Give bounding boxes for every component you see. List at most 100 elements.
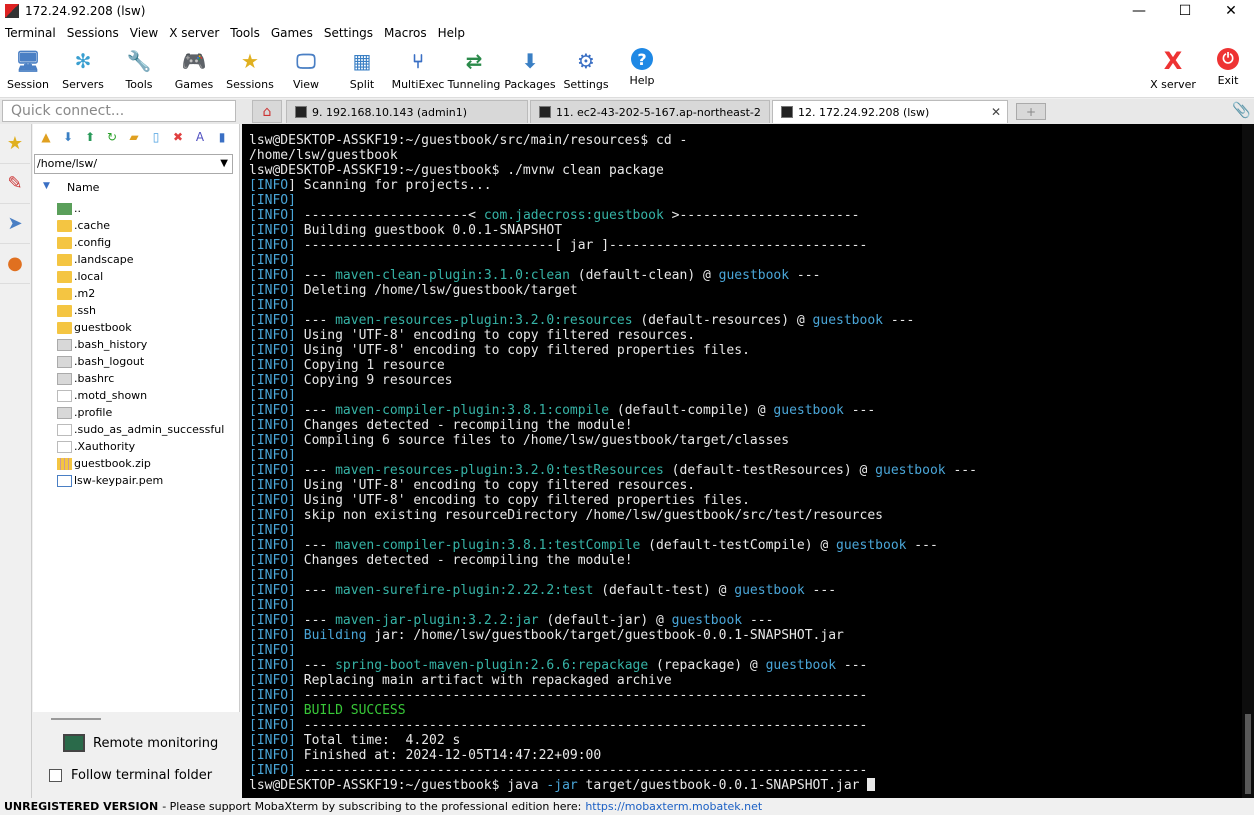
tab-session-9[interactable]: 9. 192.168.10.143 (admin1) <box>286 100 528 123</box>
monitor-icon <box>63 734 85 752</box>
mobaxterm-link[interactable]: https://mobaxterm.mobatek.net <box>585 800 762 813</box>
file-item[interactable]: .. <box>57 200 81 217</box>
split-icon: ▦ <box>352 49 372 73</box>
close-button[interactable]: ✕ <box>1208 0 1254 22</box>
file-item[interactable]: .bashrc <box>57 370 114 387</box>
download-icon[interactable]: ⬇ <box>59 128 77 146</box>
maximize-button[interactable]: ☐ <box>1162 0 1208 22</box>
terminal-text: [INFO] <box>249 268 296 283</box>
file-item[interactable]: .local <box>57 268 103 285</box>
file-item[interactable]: lsw-keypair.pem <box>57 472 163 489</box>
toolbar-multiexec-button[interactable]: ⑂ MultiExec <box>390 43 446 97</box>
new-folder-icon[interactable]: ▰ <box>125 128 143 146</box>
toolbar-label: Servers <box>62 78 104 91</box>
toolbar-servers-button[interactable]: ✻ Servers <box>55 43 111 97</box>
follow-terminal-label: Follow terminal folder <box>71 768 213 783</box>
tab-session-11[interactable]: 11. ec2-43-202-5-167.ap-northeast-2 <box>530 100 770 123</box>
attachment-icon[interactable]: 📎 <box>1232 101 1251 119</box>
toolbar-help-button[interactable]: ? Help <box>614 43 670 97</box>
parent-folder-icon[interactable]: ▲ <box>37 128 55 146</box>
tab-session-12[interactable]: 12. 172.24.92.208 (lsw) ✕ <box>772 100 1008 123</box>
file-item[interactable]: guestbook.zip <box>57 455 151 472</box>
menu-item-settings[interactable]: Settings <box>319 26 379 40</box>
file-item[interactable]: .Xauthority <box>57 438 135 455</box>
menu-item-terminal[interactable]: Terminal <box>0 26 62 40</box>
file-item[interactable]: guestbook <box>57 319 132 336</box>
minimize-button[interactable]: — <box>1116 0 1162 22</box>
file-item[interactable]: .bash_history <box>57 336 147 353</box>
rename-icon[interactable]: A <box>191 128 209 146</box>
terminal-text: [INFO] <box>249 658 296 673</box>
chevron-down-icon[interactable]: ▼ <box>220 155 228 173</box>
terminal-text: [INFO] <box>249 253 296 268</box>
follow-terminal-checkbox[interactable]: Follow terminal folder <box>49 768 212 783</box>
file-icon <box>57 372 72 385</box>
path-field[interactable]: /home/lsw/ ▼ <box>34 154 233 174</box>
menu-item-sessions[interactable]: Sessions <box>62 26 125 40</box>
file-item[interactable]: .motd_shown <box>57 387 147 404</box>
terminal-text: jar: /home/lsw/guestbook/target/guestboo… <box>366 628 844 643</box>
terminal-line: [INFO] --- maven-surefire-plugin:2.22.2:… <box>249 583 977 598</box>
tools-icon[interactable]: ✎ <box>0 164 30 204</box>
remote-monitoring-button[interactable]: Remote monitoring <box>63 734 218 752</box>
delete-icon[interactable]: ✖ <box>169 128 187 146</box>
exit-icon: ⏻ <box>1217 48 1239 70</box>
terminal-text: ---------------------< <box>295 208 484 223</box>
toolbar-settings-button[interactable]: ⚙ Settings <box>558 43 614 97</box>
send-icon[interactable]: ➤ <box>0 204 30 244</box>
column-header[interactable]: ▼ Name <box>33 180 238 196</box>
file-name: .. <box>74 202 81 215</box>
toolbar-games-button[interactable]: 🎮 Games <box>166 43 222 97</box>
scroll-thumb[interactable] <box>1245 714 1251 794</box>
menu-item-macros[interactable]: Macros <box>379 26 433 40</box>
refresh-icon[interactable]: ↻ <box>103 128 121 146</box>
toolbar-view-button[interactable]: 🖵 View <box>278 43 334 97</box>
star-icon[interactable]: ★ <box>0 124 30 164</box>
toolbar-sessions-button[interactable]: ★ Sessions <box>222 43 278 97</box>
file-item[interactable]: .sudo_as_admin_successful <box>57 421 224 438</box>
file-item[interactable]: .m2 <box>57 285 95 302</box>
file-item[interactable]: .profile <box>57 404 112 421</box>
terminal-line: [INFO] --- maven-compiler-plugin:3.8.1:t… <box>249 538 977 553</box>
resize-handle[interactable] <box>51 718 101 720</box>
menu-item-x-server[interactable]: X server <box>164 26 225 40</box>
toolbar-exit-button[interactable]: ⏻ Exit <box>1200 43 1254 97</box>
terminal-text: target/guestbook-0.0.1-SNAPSHOT.jar <box>577 778 868 793</box>
upload-icon[interactable]: ⬆ <box>81 128 99 146</box>
toolbar-packages-button[interactable]: ⬇ Packages <box>502 43 558 97</box>
toolbar-x-server-button[interactable]: X X server <box>1145 43 1201 97</box>
terminal-follow-icon[interactable]: ▮ <box>213 128 231 146</box>
close-tab-icon[interactable]: ✕ <box>991 105 1001 119</box>
quick-connect-input[interactable]: Quick connect... <box>2 100 236 122</box>
home-tab-icon[interactable]: ⌂ <box>252 100 282 123</box>
menu-item-games[interactable]: Games <box>266 26 319 40</box>
toolbar-label: View <box>292 78 320 91</box>
sftp-icon[interactable]: ● <box>0 244 30 284</box>
toolbar-tools-button[interactable]: 🔧 Tools <box>111 43 167 97</box>
terminal-scrollbar[interactable] <box>1242 124 1254 798</box>
toolbar-tunneling-button[interactable]: ⇄ Tunneling <box>446 43 502 97</box>
file-item[interactable]: .config <box>57 234 111 251</box>
terminal-line: [INFO] --- maven-clean-plugin:3.1.0:clea… <box>249 268 977 283</box>
terminal-text: maven-clean-plugin:3.1.0:clean <box>335 268 570 283</box>
file-item[interactable]: .cache <box>57 217 110 234</box>
file-icon <box>57 457 72 470</box>
new-tab-button[interactable]: + <box>1016 103 1046 120</box>
file-name: .config <box>74 236 112 249</box>
terminal-text: [INFO] <box>249 238 296 253</box>
terminal-line: [INFO] --- maven-compiler-plugin:3.8.1:c… <box>249 403 977 418</box>
title-bar: 172.24.92.208 (lsw) — ☐ ✕ <box>0 0 1254 22</box>
menu-item-view[interactable]: View <box>125 26 164 40</box>
terminal[interactable]: lsw@DESKTOP-ASSKF19:~/guestbook/src/main… <box>242 124 1254 798</box>
toolbar-split-button[interactable]: ▦ Split <box>334 43 390 97</box>
file-item[interactable]: .ssh <box>57 302 96 319</box>
file-item[interactable]: .landscape <box>57 251 134 268</box>
menu-item-tools[interactable]: Tools <box>225 26 266 40</box>
menu-item-help[interactable]: Help <box>433 26 471 40</box>
file-item[interactable]: .bash_logout <box>57 353 144 370</box>
toolbar-session-button[interactable]: 🖥 Session <box>0 43 56 97</box>
checkbox[interactable] <box>49 769 62 782</box>
file-name: .bash_logout <box>74 355 145 368</box>
terminal-text: [INFO] <box>249 733 296 748</box>
new-file-icon[interactable]: ▯ <box>147 128 165 146</box>
